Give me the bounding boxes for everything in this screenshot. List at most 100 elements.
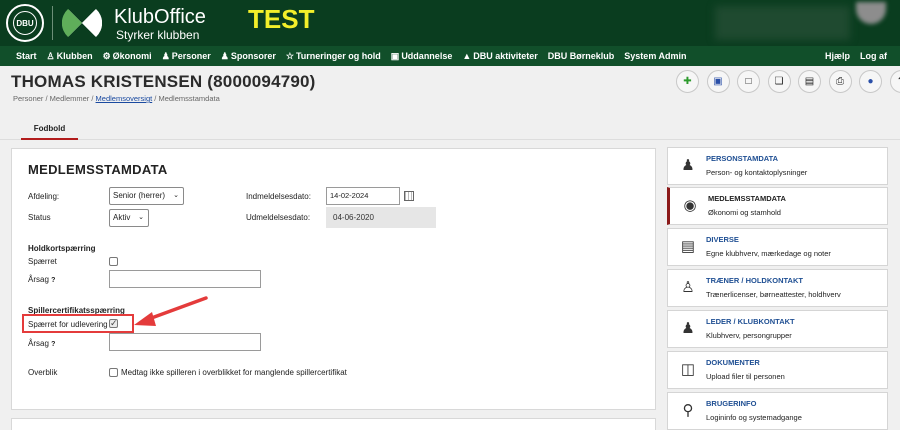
- section-title: MEDLEMSSTAMDATA: [28, 162, 168, 177]
- breadcrumb-link-medlemsoversigt[interactable]: Medlemsoversigt: [96, 94, 153, 103]
- tab-fodbold[interactable]: Fodbold: [21, 119, 78, 140]
- dbu-logo[interactable]: DBU: [6, 4, 44, 42]
- info-icon: ●: [867, 76, 874, 87]
- status-label: Status: [28, 213, 51, 222]
- udmeldelse-date-field: 04-06-2020: [326, 207, 436, 228]
- aarsag-text: Årsag: [28, 275, 49, 284]
- sidebar-item-title: DOKUMENTER: [706, 358, 760, 367]
- udmeldelse-label: Udmeldelsesdato:: [246, 213, 311, 222]
- save-icon: ▣: [713, 76, 723, 87]
- copy-icon: ❏: [774, 76, 784, 87]
- user-info-blurred[interactable]: [715, 6, 850, 40]
- people-icon: ♙: [46, 50, 55, 61]
- nav-item-dbu-boerneklub[interactable]: DBU Børneklub: [543, 51, 620, 61]
- page-title: THOMAS KRISTENSEN (8000094790): [11, 72, 316, 91]
- nav-item-sponsorer[interactable]: ♟ Sponsorer: [216, 51, 281, 62]
- action-toolbar: ✚ ▣ □ ❏ ▤ ⎙ ● ?: [676, 70, 900, 93]
- next-panel: [11, 418, 656, 430]
- piggy-bank-icon: ◉: [683, 197, 697, 214]
- graduation-icon: ▲: [462, 51, 472, 61]
- nav-label: Økonomi: [112, 51, 152, 61]
- sidebar-item-title: MEDLEMSSTAMDATA: [708, 194, 786, 203]
- archive-box-icon: ▤: [680, 238, 696, 255]
- chevron-down-icon: ⌄: [138, 214, 144, 221]
- nav-item-uddannelse[interactable]: ▣ Uddannelse: [386, 51, 458, 62]
- holdkort-aarsag-label: Årsag ?: [28, 275, 55, 284]
- calendar-icon[interactable]: [404, 191, 414, 201]
- nav-label: Start: [16, 51, 37, 61]
- add-button[interactable]: ✚: [676, 70, 699, 93]
- person-icon: ♟: [681, 157, 695, 174]
- nav-label: Personer: [171, 51, 211, 61]
- nav-item-oekonomi[interactable]: ⚙ Økonomi: [98, 51, 157, 62]
- nav-item-start[interactable]: Start: [11, 51, 42, 61]
- status-value: Aktiv: [113, 213, 131, 222]
- sidebar-item-title: TRÆNER / HOLDKONTAKT: [706, 276, 803, 285]
- avatar[interactable]: [856, 2, 886, 24]
- spillercert-aarsag-label: Årsag ?: [28, 339, 55, 348]
- file-button[interactable]: ▤: [798, 70, 821, 93]
- sidebar-item-subtitle: Egne klubhverv, mærkedage og noter: [706, 249, 831, 258]
- afdeling-value: Senior (herrer): [113, 191, 166, 200]
- header-divider: [52, 6, 53, 40]
- nav-item-help[interactable]: Hjælp: [820, 51, 855, 61]
- app-header: DBU KlubOffice Styrker klubben TEST: [0, 0, 900, 46]
- holdkort-title: Holdkortspærring: [28, 244, 96, 253]
- kluboffice-logo-icon[interactable]: [62, 3, 102, 43]
- environment-label: TEST: [248, 4, 315, 34]
- overblik-checkbox[interactable]: [109, 368, 118, 377]
- leader-icon: ♟: [681, 320, 695, 337]
- nav-item-klubben[interactable]: ♙ Klubben: [42, 51, 98, 62]
- holdkort-spaerret-checkbox[interactable]: [109, 257, 118, 266]
- document-button[interactable]: □: [737, 70, 760, 93]
- holdkort-aarsag-input[interactable]: [109, 270, 261, 288]
- file-icon: ▤: [804, 76, 815, 87]
- sidebar-item-leder[interactable]: ♟ LEDER / KLUBKONTAKT Klubhverv, persong…: [667, 310, 888, 348]
- add-icon: ✚: [683, 76, 692, 87]
- nav-item-system-admin[interactable]: System Admin: [619, 51, 691, 61]
- annotation-arrow-icon: [134, 296, 208, 326]
- sidebar-item-subtitle: Person- og kontaktoplysninger: [706, 168, 808, 177]
- sidebar-item-personstamdata[interactable]: ♟ PERSONSTAMDATA Person- og kontaktoplys…: [667, 147, 888, 185]
- brand-tagline: Styrker klubben: [116, 28, 200, 42]
- print-button[interactable]: ⎙: [828, 70, 852, 93]
- nav-item-personer[interactable]: ♟ Personer: [157, 51, 216, 62]
- sidebar-item-dokumenter[interactable]: ◫ DOKUMENTER Upload filer til personen: [667, 351, 888, 389]
- afdeling-select[interactable]: Senior (herrer) ⌄: [109, 187, 184, 205]
- afdeling-label: Afdeling:: [28, 192, 60, 201]
- indmeldelse-date-input[interactable]: 14-02-2024: [326, 187, 400, 205]
- help-button[interactable]: ?: [889, 70, 900, 93]
- info-button[interactable]: ●: [859, 70, 882, 93]
- person-icon: ♟: [161, 50, 170, 61]
- holdkort-title-text: Holdkortspærring: [28, 244, 96, 253]
- save-button[interactable]: ▣: [706, 70, 730, 93]
- copy-button[interactable]: ❏: [767, 70, 791, 93]
- coach-icon: ♙: [681, 279, 695, 296]
- indmeldelse-label: Indmeldelsesdato:: [246, 192, 311, 201]
- trophy-icon: ☆: [285, 50, 294, 61]
- nav-label: Klubben: [56, 51, 93, 61]
- help-marker-icon[interactable]: ?: [51, 341, 55, 348]
- nav-item-dbu-aktiviteter[interactable]: ▲ DBU aktiviteter: [457, 51, 542, 61]
- spillercert-aarsag-input[interactable]: [109, 333, 261, 351]
- sidebar-item-title: DIVERSE: [706, 235, 739, 244]
- sidebar-item-subtitle: Økonomi og stamhold: [708, 208, 781, 217]
- sidebar-item-brugerinfo[interactable]: ⚲ BRUGERINFO Logininfo og systemadgange: [667, 392, 888, 430]
- sidebar-item-diverse[interactable]: ▤ DIVERSE Egne klubhverv, mærkedage og n…: [667, 228, 888, 266]
- nav-item-logout[interactable]: Log af: [855, 51, 892, 61]
- annotation-highlight-box: [22, 314, 134, 333]
- aarsag-text: Årsag: [28, 339, 49, 348]
- help-marker-icon[interactable]: ?: [51, 277, 55, 284]
- nav-label: Uddannelse: [401, 51, 453, 61]
- breadcrumb-path: Personer / Medlemmer /: [13, 94, 96, 103]
- sidebar-item-title: PERSONSTAMDATA: [706, 154, 779, 163]
- print-icon: ⎙: [836, 76, 844, 87]
- sidebar-item-traener[interactable]: ♙ TRÆNER / HOLDKONTAKT Trænerlicenser, b…: [667, 269, 888, 307]
- main-nav: Start ♙ Klubben ⚙ Økonomi ♟ Personer ♟ Spons…: [0, 46, 900, 66]
- status-select[interactable]: Aktiv ⌄: [109, 209, 149, 227]
- currency-icon: ⚙: [102, 50, 111, 61]
- nav-label: Sponsorer: [230, 51, 276, 61]
- sidebar-item-subtitle: Upload filer til personen: [706, 372, 785, 381]
- nav-item-turneringer[interactable]: ☆ Turneringer og hold: [281, 51, 386, 62]
- sidebar-item-medlemsstamdata[interactable]: ◉ MEDLEMSSTAMDATA Økonomi og stamhold: [667, 187, 888, 225]
